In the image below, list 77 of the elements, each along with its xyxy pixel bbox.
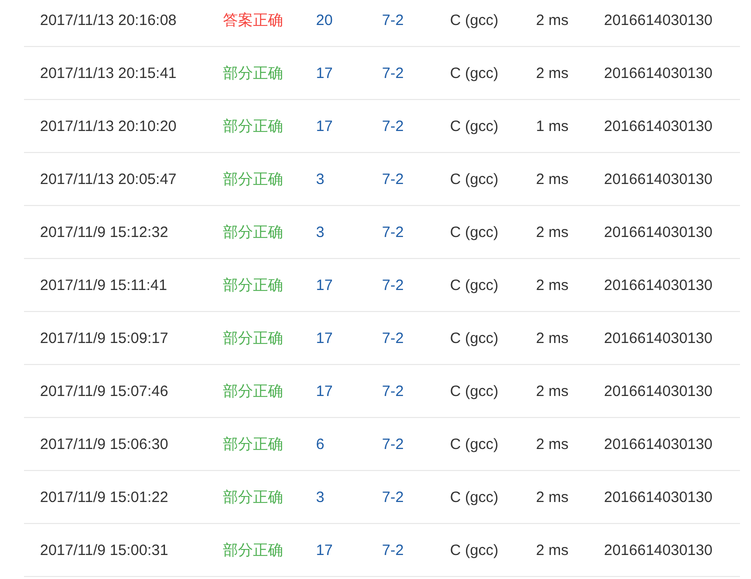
score-link[interactable]: 20 <box>316 12 382 28</box>
compiler-text: C (gcc) <box>450 64 500 82</box>
run-time: 2 ms <box>536 224 570 240</box>
run-time: 2 ms <box>536 170 570 188</box>
compiler-text: C (gcc) <box>450 436 500 452</box>
problem-link[interactable]: 7-2 <box>382 118 450 134</box>
user-id: 2016614030130 <box>604 542 714 558</box>
submit-time: 2017/11/9 15:00:31 <box>40 542 170 558</box>
submit-time: 2017/11/13 20:15:41 <box>40 64 178 82</box>
problem-link[interactable]: 7-2 <box>382 170 450 188</box>
compiler-text: C (gcc) <box>450 12 500 28</box>
status-label: 部分正确 <box>223 276 284 294</box>
problem-link[interactable]: 7-2 <box>382 276 450 294</box>
problem-link[interactable]: 7-2 <box>382 12 450 28</box>
submit-time: 2017/11/13 20:16:08 <box>40 12 178 28</box>
submit-time: 2017/11/9 15:11:41 <box>40 276 168 294</box>
status-label: 答案正确 <box>223 10 284 30</box>
score-link[interactable]: 3 <box>316 224 382 240</box>
submit-time: 2017/11/13 20:10:20 <box>40 118 178 134</box>
score-link[interactable]: 17 <box>316 276 382 294</box>
problem-link[interactable]: 7-2 <box>382 382 450 400</box>
user-id: 2016614030130 <box>604 118 714 134</box>
status-label: 部分正确 <box>223 64 284 82</box>
status-label: 部分正确 <box>223 540 284 560</box>
compiler-text: C (gcc) <box>450 224 500 240</box>
submit-time: 2017/11/9 15:07:46 <box>40 382 170 400</box>
run-time: 1 ms <box>536 118 570 134</box>
run-time: 2 ms <box>536 276 570 294</box>
user-id: 2016614030130 <box>604 330 714 346</box>
status-label: 部分正确 <box>223 116 284 136</box>
run-time: 2 ms <box>536 488 570 506</box>
score-link[interactable]: 17 <box>316 382 382 400</box>
status-label: 部分正确 <box>223 434 284 454</box>
submit-time: 2017/11/9 15:06:30 <box>40 436 170 452</box>
submit-time: 2017/11/9 15:12:32 <box>40 224 170 240</box>
user-id: 2016614030130 <box>604 436 714 452</box>
compiler-text: C (gcc) <box>450 488 500 506</box>
problem-link[interactable]: 7-2 <box>382 436 450 452</box>
status-label: 部分正确 <box>223 222 284 242</box>
score-link[interactable]: 6 <box>316 436 382 452</box>
status-label: 部分正确 <box>223 382 284 400</box>
run-time: 2 ms <box>536 436 570 452</box>
score-link[interactable]: 17 <box>316 64 382 82</box>
problem-link[interactable]: 7-2 <box>382 488 450 506</box>
submit-time: 2017/11/9 15:09:17 <box>40 330 170 346</box>
user-id: 2016614030130 <box>604 276 714 294</box>
user-id: 2016614030130 <box>604 382 714 400</box>
user-id: 2016614030130 <box>604 488 714 506</box>
problem-link[interactable]: 7-2 <box>382 330 450 346</box>
user-id: 2016614030130 <box>604 224 714 240</box>
status-label: 部分正确 <box>223 170 284 188</box>
problem-link[interactable]: 7-2 <box>382 542 450 558</box>
run-time: 2 ms <box>536 64 570 82</box>
user-id: 2016614030130 <box>604 12 714 28</box>
compiler-text: C (gcc) <box>450 170 500 188</box>
run-time: 2 ms <box>536 12 570 28</box>
compiler-text: C (gcc) <box>450 382 500 400</box>
compiler-text: C (gcc) <box>450 330 500 346</box>
compiler-text: C (gcc) <box>450 542 500 558</box>
status-label: 部分正确 <box>223 328 284 348</box>
score-link[interactable]: 17 <box>316 330 382 346</box>
compiler-text: C (gcc) <box>450 276 500 294</box>
score-link[interactable]: 17 <box>316 118 382 134</box>
submit-time: 2017/11/13 20:05:47 <box>40 170 178 188</box>
compiler-text: C (gcc) <box>450 118 500 134</box>
submit-time: 2017/11/9 15:01:22 <box>40 488 170 506</box>
user-id: 2016614030130 <box>604 64 714 82</box>
run-time: 2 ms <box>536 382 570 400</box>
score-link[interactable]: 17 <box>316 542 382 558</box>
score-link[interactable]: 3 <box>316 170 382 188</box>
score-link[interactable]: 3 <box>316 488 382 506</box>
problem-link[interactable]: 7-2 <box>382 64 450 82</box>
run-time: 2 ms <box>536 542 570 558</box>
problem-link[interactable]: 7-2 <box>382 224 450 240</box>
run-time: 2 ms <box>536 330 570 346</box>
status-label: 部分正确 <box>223 488 284 506</box>
user-id: 2016614030130 <box>604 170 714 188</box>
